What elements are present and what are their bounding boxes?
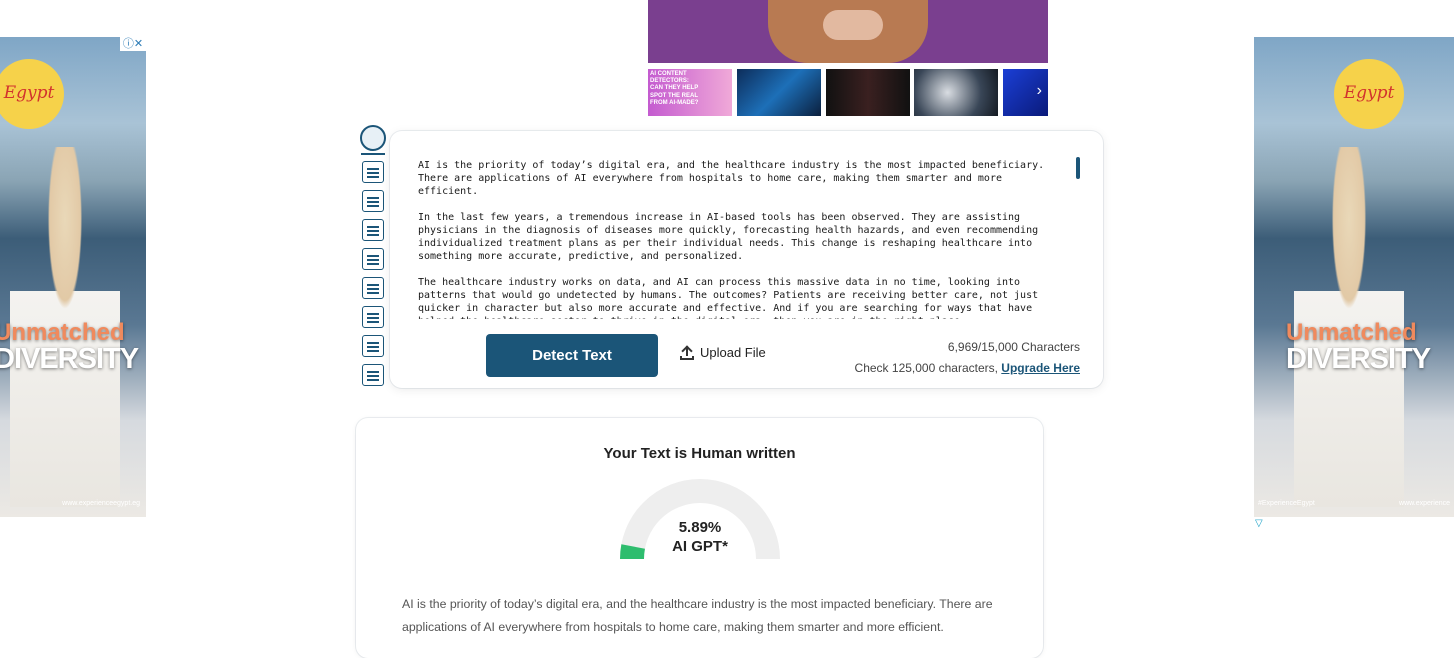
scrollbar[interactable]: [1076, 157, 1080, 179]
upload-file-label: Upload File: [700, 345, 766, 360]
brain-icon[interactable]: [360, 125, 386, 151]
ad-close-icon[interactable]: ⓘ✕: [120, 37, 146, 51]
input-paragraph: AI is the priority of today’s digital er…: [418, 160, 1045, 197]
video-player[interactable]: [648, 0, 1048, 63]
character-count: 6,969/15,000 Characters: [947, 340, 1080, 354]
video-thumbnails: AI CONTENT DETECTORS: CAN THEY HELP SPOT…: [648, 69, 1048, 116]
right-ad-banner[interactable]: Egypt Unmatched DIVERSITY #ExperienceEgy…: [1254, 37, 1454, 517]
compare-icon[interactable]: [362, 335, 384, 357]
adchoices-icon[interactable]: ▽: [1255, 518, 1263, 529]
upload-file-button[interactable]: Upload File: [680, 345, 766, 360]
next-arrow-icon[interactable]: ›: [1037, 82, 1042, 100]
result-text: AI is the priority of today’s digital er…: [402, 597, 993, 634]
ai-score-gauge: 5.89% AI GPT*: [620, 479, 780, 560]
video-thumbnail[interactable]: [737, 69, 821, 116]
image-text-icon[interactable]: [362, 248, 384, 270]
video-thumbnail[interactable]: [826, 69, 910, 116]
video-thumbnail[interactable]: ›: [1003, 69, 1048, 116]
ad-hashtag: #ExperienceEgypt: [1258, 500, 1315, 507]
gauge-label: AI GPT*: [672, 538, 728, 555]
video-frame-detail: [823, 10, 883, 40]
ad-url: www.experienceegypt.eg: [62, 500, 140, 507]
ad-url: www.experience: [1399, 500, 1450, 507]
search-document-icon[interactable]: [362, 190, 384, 212]
email-icon[interactable]: [362, 364, 384, 386]
upgrade-prompt: Check 125,000 characters,: [854, 361, 1002, 375]
left-ad-banner[interactable]: Egypt Unmatched DIVERSITY www.experience…: [0, 37, 146, 517]
egypt-logo: Egypt: [0, 59, 64, 129]
text-input-area[interactable]: AI is the priority of today’s digital er…: [418, 159, 1068, 319]
document-icon[interactable]: [362, 219, 384, 241]
ai-percentage: 5.89%: [678, 519, 722, 536]
ad-headline: Unmatched DIVERSITY: [1286, 319, 1431, 375]
ad-headline: Unmatched DIVERSITY: [0, 319, 139, 375]
detect-text-button[interactable]: Detect Text: [486, 334, 658, 377]
egypt-logo: Egypt: [1334, 59, 1404, 129]
video-thumbnail[interactable]: AI CONTENT DETECTORS: CAN THEY HELP SPOT…: [648, 69, 732, 116]
check-document-icon[interactable]: [362, 277, 384, 299]
tool-sidebar: [359, 125, 387, 395]
character-counter: 6,969/15,000 Characters Check 125,000 ch…: [840, 337, 1080, 379]
input-paragraph: The healthcare industry works on data, a…: [418, 277, 1039, 319]
text-input-card: AI is the priority of today’s digital er…: [390, 131, 1103, 388]
upload-icon: [680, 346, 694, 360]
input-paragraph: In the last few years, a tremendous incr…: [418, 212, 1039, 262]
result-title: Your Text is Human written: [603, 445, 796, 462]
upgrade-link[interactable]: Upgrade Here: [1001, 361, 1080, 375]
video-thumbnail[interactable]: [914, 69, 998, 116]
ai-chat-icon[interactable]: [362, 161, 384, 183]
rail-divider: [361, 153, 385, 155]
translate-icon[interactable]: [362, 306, 384, 328]
result-card: Your Text is Human written 5.89% AI GPT*…: [356, 418, 1043, 658]
